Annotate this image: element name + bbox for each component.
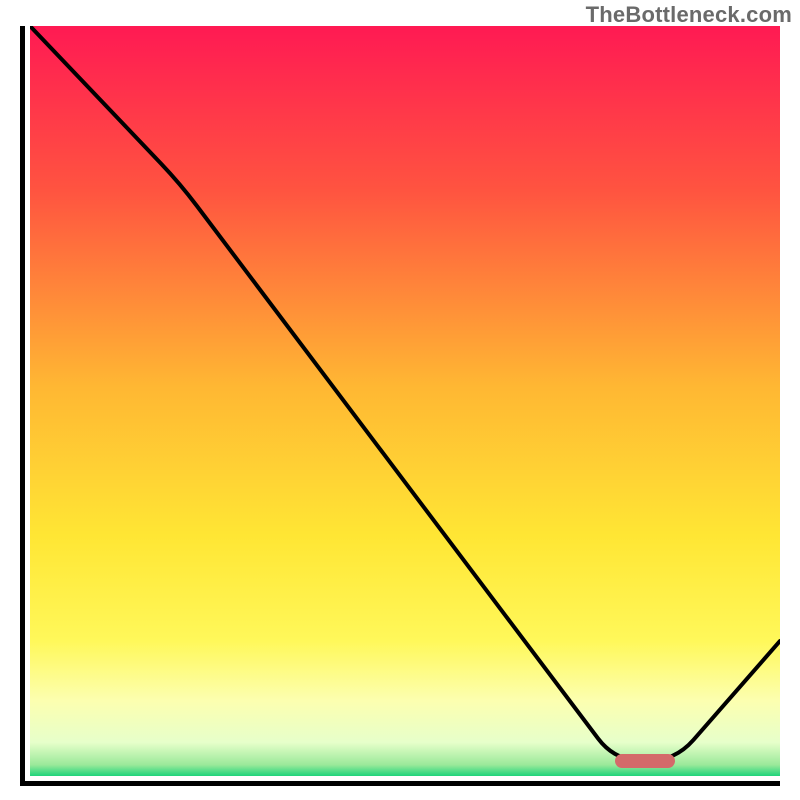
plot-svg <box>30 26 780 776</box>
gradient-background <box>30 26 780 776</box>
chart-frame: TheBottleneck.com <box>0 0 800 800</box>
axes-border <box>20 26 780 786</box>
plot-area <box>30 26 780 776</box>
bottleneck-marker <box>615 754 675 768</box>
attribution-label: TheBottleneck.com <box>586 2 792 28</box>
